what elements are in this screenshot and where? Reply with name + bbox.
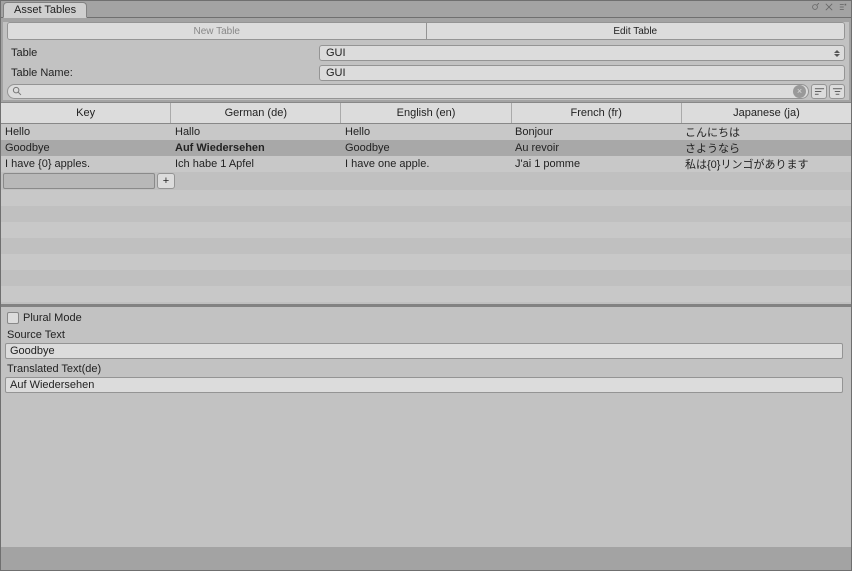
search-icon — [12, 86, 23, 97]
table-cell: Hello — [341, 126, 511, 138]
table-row[interactable]: I have {0} apples.Ich habe 1 ApfelI have… — [1, 156, 851, 172]
col-key[interactable]: Key — [1, 103, 171, 123]
table-cell: I have one apple. — [341, 158, 511, 170]
col-german[interactable]: German (de) — [171, 103, 341, 123]
translated-text-value: Auf Wiedersehen — [10, 379, 94, 391]
table-label: Table — [7, 47, 319, 59]
table-dropdown[interactable]: GUI — [319, 45, 845, 61]
translated-text-label: Translated Text(de) — [5, 361, 847, 377]
table-cell: Hallo — [171, 126, 341, 138]
source-text-label: Source Text — [5, 327, 847, 343]
table-cell: J'ai 1 pomme — [511, 158, 681, 170]
table-cell: Auf Wiedersehen — [171, 142, 341, 154]
table-cell: こんにちは — [681, 124, 851, 140]
col-french[interactable]: French (fr) — [512, 103, 682, 123]
search-input[interactable]: × — [7, 84, 809, 99]
table-cell: Hello — [1, 126, 171, 138]
title-bar: Asset Tables — [1, 1, 851, 18]
search-clear-icon[interactable]: × — [793, 85, 806, 98]
detail-panel: Plural Mode Source Text Goodbye Translat… — [1, 304, 851, 547]
filter-left-icon[interactable] — [811, 84, 827, 99]
mode-tabs: New Table Edit Table — [7, 22, 845, 40]
add-button[interactable]: + — [157, 173, 175, 189]
table-cell: Goodbye — [1, 142, 171, 154]
col-english[interactable]: English (en) — [341, 103, 511, 123]
table-dropdown-value: GUI — [326, 47, 346, 59]
close-icon[interactable] — [809, 1, 821, 13]
table-cell: Ich habe 1 Apfel — [171, 158, 341, 170]
filter-center-icon[interactable] — [829, 84, 845, 99]
table-cell: Bonjour — [511, 126, 681, 138]
tablename-value: GUI — [326, 67, 346, 79]
plural-mode-checkbox[interactable] — [7, 312, 19, 324]
tab-edit-table[interactable]: Edit Table — [427, 23, 845, 39]
plural-mode-label: Plural Mode — [23, 312, 82, 324]
col-japanese[interactable]: Japanese (ja) — [682, 103, 851, 123]
add-row: + — [1, 172, 851, 190]
table-row[interactable]: GoodbyeAuf WiedersehenGoodbyeAu revoirさよ… — [1, 140, 851, 156]
new-key-input[interactable] — [3, 173, 155, 189]
table-header: Key German (de) English (en) French (fr)… — [1, 102, 851, 124]
tablename-field[interactable]: GUI — [319, 65, 845, 81]
table-cell: 私は{0}リンゴがあります — [681, 156, 851, 172]
window-tab[interactable]: Asset Tables — [3, 2, 87, 18]
table-row[interactable]: HelloHalloHelloBonjourこんにちは — [1, 124, 851, 140]
translated-text-field[interactable]: Auf Wiedersehen — [5, 377, 843, 393]
table-cell: Au revoir — [511, 142, 681, 154]
table-cell: I have {0} apples. — [1, 158, 171, 170]
source-text-value: Goodbye — [10, 345, 55, 357]
tablename-label: Table Name: — [7, 67, 319, 79]
source-text-field[interactable]: Goodbye — [5, 343, 843, 359]
table-cell: さようなら — [681, 140, 851, 156]
tab-new-table[interactable]: New Table — [8, 23, 427, 39]
close-x-icon[interactable] — [823, 1, 835, 13]
menu-icon[interactable] — [837, 1, 849, 13]
table-body: HelloHalloHelloBonjourこんにちはGoodbyeAuf Wi… — [1, 124, 851, 304]
table-cell: Goodbye — [341, 142, 511, 154]
